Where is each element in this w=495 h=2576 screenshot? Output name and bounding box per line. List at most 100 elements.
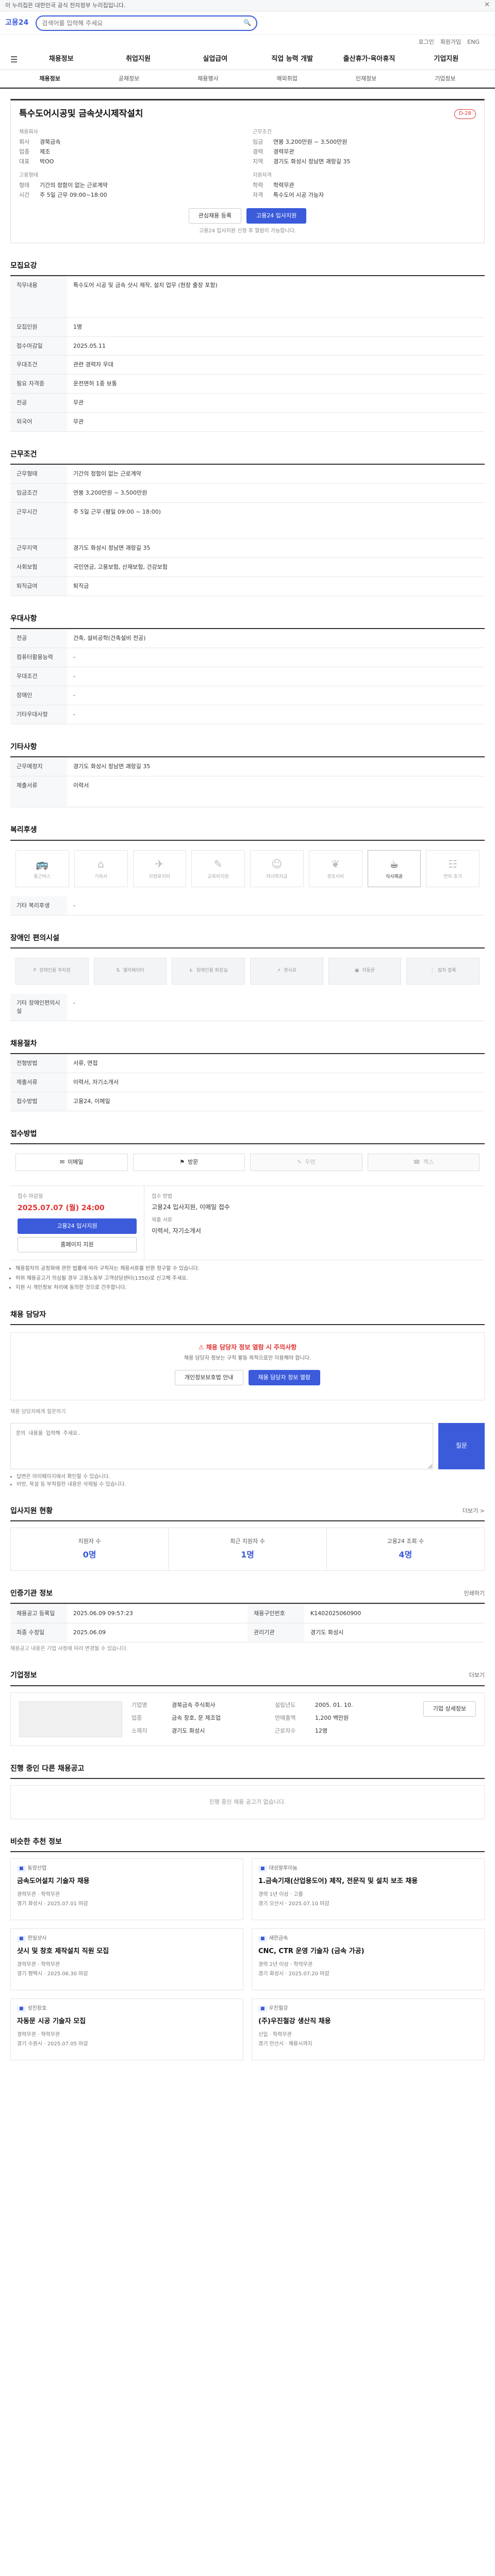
nav-item[interactable]: 출산휴가·육아휴직 [331,55,407,64]
section-title: 채용절차 [10,1039,485,1055]
welfare-item: 🚌 통근버스 [15,850,69,887]
sub-tabs: 채용정보 공채정보 채용행사 해외취업 인재정보 기업정보 [0,70,495,89]
rec-title[interactable]: 금속도어설치 기술자 채용 [17,1877,237,1887]
more-link[interactable]: 더보기 > [463,1507,485,1515]
subtab[interactable]: 채용행사 [169,75,248,83]
rec-company: 새한금속 [269,1936,288,1942]
rec-meta: 경력 2년 이상 · 학력무관 [258,1962,313,1968]
row-key: 근무예정지 [10,757,67,777]
welfare-item-active: ☕ 식사제공 [367,850,421,887]
summary-key: 업종 [19,148,30,156]
row-value: 이력서 [67,776,485,808]
stat-item: 고용24 조회 수 4명 [327,1528,484,1570]
recommend-card[interactable]: ■ 성진창호 자동문 시공 기술자 모집 경력무관 · 학력무관 경기 수원시 · 20… [10,1998,243,2061]
nav-item[interactable]: 직업 능력 개발 [254,55,331,64]
rec-company: 대성알루미늄 [269,1866,298,1872]
recommend-card[interactable]: ■ 대성알루미늄 1.금속기재(산업용도어) 제작, 전문직 및 설치 보조 채용 경… [252,1858,485,1921]
section-title: 인증기관 정보 [10,1589,53,1598]
row-value: 관련 경력자 우대 [67,355,485,375]
row-key: 근무시간 [10,502,67,539]
rec-company: 성진창호 [27,2006,47,2012]
row-key: 퇴직급여 [10,577,67,597]
row-key: 모집인원 [10,317,67,337]
rec-title[interactable]: 자동문 시공 기술자 모집 [17,2017,237,2027]
qna-notes: 답변은 마이페이지에서 확인할 수 있습니다. 비방, 욕설 등 부적절한 내용… [10,1473,485,1488]
row-value: 경기도 화성시 [304,1623,485,1642]
row-value: 서류, 면접 [67,1054,485,1074]
qna-textarea[interactable] [10,1423,433,1470]
facility-item: ♿ 장애인용 화장실 [172,957,245,985]
more-link[interactable]: 더보기 [469,1671,485,1680]
signup-link[interactable]: 회원가입 [440,38,461,46]
same-company-section: 진행 중인 다른 채용공고 진행 중인 채용 공고가 없습니다. [10,1764,485,1819]
row-value: 국민연금, 고용보험, 산재보험, 건강보험 [67,557,485,578]
lang-link[interactable]: ENG [467,38,480,46]
print-button[interactable]: 인쇄하기 [464,1589,485,1598]
toilet-icon: ♿ [189,968,193,974]
row-key: 설립년도 [274,1701,296,1708]
recommend-card[interactable]: ■ 한일샷시 샷시 및 창호 제작설치 직원 모집 경력무관 · 학력무관 경기 평택시… [10,1928,243,1991]
subtab[interactable]: 공채정보 [89,75,168,83]
parking-icon: P [33,968,37,974]
close-icon[interactable]: ✕ [484,1,490,10]
deadline-value: 2025.07.07 (월) 24:00 [18,1204,105,1212]
summary-value: 제조 [40,148,51,156]
summary-value: 기간의 정함이 없는 근로계약 [40,182,108,189]
company-icon: ■ [17,1865,26,1872]
row-key: 컴퓨터활용능력 [10,648,67,668]
company-icon: ■ [258,2005,267,2012]
site-logo[interactable]: 고용24 [5,18,28,28]
login-link[interactable]: 로그인 [418,38,434,46]
search-input[interactable] [42,19,240,27]
recommend-card[interactable]: ■ 동양산업 금속도어설치 기술자 채용 경력무관 · 학력무관 경기 화성시 · 20… [10,1858,243,1921]
summary-key: 자격 [253,192,263,199]
rec-title[interactable]: CNC, CTR 운영 기술자 (금속 가공) [258,1947,478,1957]
notice-list: 채용절차의 공정화에 관한 법률에 따라 구직자는 채용서류를 반환 청구할 수… [10,1265,485,1292]
homepage-apply-button[interactable]: 홈페이지 지원 [18,1237,137,1252]
rec-title[interactable]: (주)우진철강 생산직 채용 [258,2017,478,2027]
row-key: 전공 [10,393,67,413]
privacy-guide-button[interactable]: 개인정보보호법 안내 [174,1369,243,1385]
apply-button-2[interactable]: 고용24 입사지원 [18,1218,137,1234]
summary-heading: 근무조건 [253,129,272,135]
row-key: 제출서류 [10,776,67,808]
subtab[interactable]: 기업정보 [406,75,485,83]
row-value: 2025.05.11 [67,336,485,356]
recommend-card[interactable]: ■ 새한금속 CNC, CTR 운영 기술자 (금속 가공) 경력 2년 이상 · 학… [252,1928,485,1991]
nav-item[interactable]: 채용정보 [23,55,100,64]
subtab[interactable]: 채용정보 [10,75,89,83]
facility-etc-table: 기타 장애인편의시설 - [10,993,485,1021]
prefer-table: 전공 건축, 설비공학(건축설비 전공) 컴퓨터활용능력 - 우대조건 - 장애인 - … [10,629,485,725]
facility-item: ▣ 자동문 [328,957,402,985]
rec-title[interactable]: 샷시 및 창호 제작설치 직원 모집 [17,1947,237,1957]
view-contact-button[interactable]: 채용 담당자 정보 열람 [248,1369,321,1385]
nav-item[interactable]: 실업급여 [177,55,254,64]
stat-item: 최근 지원자 수 1명 [169,1528,327,1570]
welfare-etc-table: 기타 복리후생 - [10,896,485,916]
menu-icon[interactable]: ☰ [10,54,23,65]
welfare-label: 연차·휴가 [443,874,463,879]
qna-submit-button[interactable]: 질문 [438,1423,485,1470]
save-job-button[interactable]: 관심채용 등록 [188,208,241,224]
subtab[interactable]: 해외취업 [248,75,326,83]
visit-icon: ⚑ [179,1159,185,1166]
apply-button[interactable]: 고용24 입사지원 [246,208,307,224]
welfare-item: ☺ 자녀학자금 [250,850,304,887]
method-label: 이메일 [68,1159,84,1166]
recommend-card[interactable]: ■ 우진철강 (주)우진철강 생산직 채용 신입 · 학력무관 경기 안산시 · 채용시… [252,1998,485,2061]
welfare-label: 식사제공 [385,874,403,879]
row-value: 경기도 화성시 정남면 괘랑길 35 [67,757,485,777]
row-value: - [67,686,485,706]
company-detail-button[interactable]: 기업 상세정보 [423,1701,476,1717]
email-icon: ✉ [59,1159,65,1166]
facility-label: 자동문 [362,968,375,974]
search-icon[interactable]: 🔍 [243,19,251,27]
child-icon: ☺ [271,857,283,870]
welfare-label: 교육비지원 [207,874,229,879]
row-key: 채용공고 등록일 [10,1604,67,1623]
subtab[interactable]: 인재정보 [326,75,405,83]
rec-title[interactable]: 1.금속기재(산업용도어) 제작, 전문직 및 설치 보조 채용 [258,1877,478,1887]
nav-item[interactable]: 취업지원 [100,55,176,64]
apply-method-value: 고용24 입사지원, 이메일 접수 [152,1203,230,1211]
nav-item[interactable]: 기업지원 [408,55,485,64]
